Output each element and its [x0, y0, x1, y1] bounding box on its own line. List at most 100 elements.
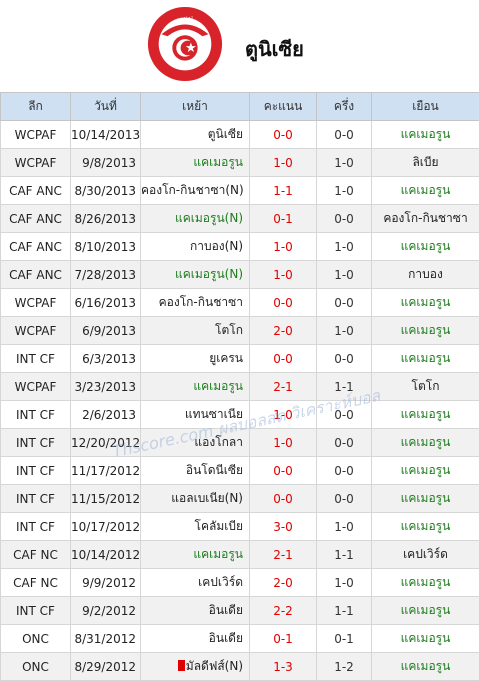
score-cell-text[interactable]: 1-0 [273, 240, 293, 254]
score-cell-text[interactable]: 0-0 [273, 128, 293, 142]
away-team-cell-text[interactable]: ลิเบีย [412, 155, 438, 169]
score-cell-text[interactable]: 0-0 [273, 296, 293, 310]
home-team-cell-text[interactable]: แคเมอรูน(N) [175, 267, 243, 281]
score-cell-text[interactable]: 1-1 [273, 184, 293, 198]
away-team-cell-text[interactable]: เคปเวิร์ด [403, 547, 448, 561]
home-team-cell-text[interactable]: แองโกลา [194, 435, 243, 449]
home-team-cell-text[interactable]: อินเดีย [209, 603, 243, 617]
score-cell-text[interactable]: 2-1 [273, 380, 293, 394]
score-cell-text[interactable]: 1-0 [273, 408, 293, 422]
score-cell-text[interactable]: 1-0 [273, 156, 293, 170]
half-score-cell-text: 1-1 [334, 604, 354, 618]
home-team-cell-text[interactable]: โคลัมเบีย [195, 519, 244, 533]
away-team-cell-text[interactable]: แคเมอรูน [401, 603, 451, 617]
score-cell-text[interactable]: 2-0 [273, 576, 293, 590]
column-header-score[interactable]: คะแนน [250, 93, 317, 121]
table-row[interactable]: CAF ANC8/10/2013กาบอง(N)1-01-0แคเมอรูน [1, 233, 479, 261]
half-score-cell-text: 1-1 [334, 380, 354, 394]
table-row[interactable]: WCPAF10/14/2013ตูนิเซีย0-00-0แคเมอรูน [1, 121, 479, 149]
home-team-cell-text[interactable]: แอลเบเนีย(N) [171, 491, 243, 505]
half-score-cell-text: 0-0 [334, 296, 354, 310]
table-row[interactable]: WCPAF9/8/2013แคเมอรูน1-01-0ลิเบีย [1, 149, 479, 177]
home-team-cell-text[interactable]: เคปเวิร์ด [198, 575, 243, 589]
table-row[interactable]: INT CF11/15/2012แอลเบเนีย(N)0-00-0แคเมอร… [1, 485, 479, 513]
home-team-cell-text[interactable]: คองโก-กินชาซา(N) [141, 183, 244, 197]
column-header-away[interactable]: เยือน [372, 93, 479, 121]
table-row[interactable]: INT CF2/6/2013แทนซาเนีย1-00-0แคเมอรูน [1, 401, 479, 429]
score-cell-text[interactable]: 2-0 [273, 324, 293, 338]
away-team-cell-text[interactable]: แคเมอรูน [401, 295, 451, 309]
away-team-cell-text[interactable]: แคเมอรูน [401, 491, 451, 505]
away-team-cell-text[interactable]: คองโก-กินชาซา [383, 211, 467, 225]
score-cell-text[interactable]: 3-0 [273, 520, 293, 534]
date-cell-text: 11/17/2012 [71, 464, 140, 478]
score-cell-text[interactable]: 0-1 [273, 212, 293, 226]
table-row[interactable]: CAF ANC7/28/2013แคเมอรูน(N)1-01-0กาบอง [1, 261, 479, 289]
home-team-cell: อินเดีย [141, 625, 250, 653]
home-team-cell-text[interactable]: กาบอง(N) [190, 239, 243, 253]
away-team-cell-text[interactable]: แคเมอรูน [401, 351, 451, 365]
date-cell: 2/6/2013 [71, 401, 141, 429]
away-team-cell-text[interactable]: แคเมอรูน [401, 519, 451, 533]
score-cell-text[interactable]: 0-1 [273, 632, 293, 646]
score-cell-text[interactable]: 1-0 [273, 436, 293, 450]
home-team-cell-text[interactable]: แคเมอรูน [193, 379, 243, 393]
away-team-cell-text[interactable]: แคเมอรูน [401, 183, 451, 197]
home-team-cell-text[interactable]: อินโดนีเซีย [186, 463, 243, 477]
table-row[interactable]: INT CF10/17/2012โคลัมเบีย3-01-0แคเมอรูน [1, 513, 479, 541]
table-row[interactable]: INT CF12/20/2012แองโกลา1-00-0แคเมอรูน [1, 429, 479, 457]
home-team-cell-text[interactable]: อินเดีย [209, 631, 243, 645]
home-team-cell-text[interactable]: แคเมอรูน(N) [175, 211, 243, 225]
team-title: ตูนิเซีย [245, 33, 304, 65]
date-cell: 9/8/2013 [71, 149, 141, 177]
home-team-cell-text[interactable]: แทนซาเนีย [185, 407, 243, 421]
score-cell-text[interactable]: 0-0 [273, 464, 293, 478]
table-row[interactable]: INT CF11/17/2012อินโดนีเซีย0-00-0แคเมอรู… [1, 457, 479, 485]
table-row[interactable]: WCPAF6/9/2013โตโก2-01-0แคเมอรูน [1, 317, 479, 345]
away-team-cell-text[interactable]: แคเมอรูน [401, 435, 451, 449]
score-cell-text[interactable]: 2-2 [273, 604, 293, 618]
away-team-cell-text[interactable]: แคเมอรูน [401, 407, 451, 421]
home-team-cell-text[interactable]: ยูเครน [209, 351, 243, 365]
away-team-cell-text[interactable]: แคเมอรูน [401, 323, 451, 337]
table-row[interactable]: CAF NC9/9/2012เคปเวิร์ด2-01-0แคเมอรูน [1, 569, 479, 597]
home-team-cell-text[interactable]: แคเมอรูน [193, 155, 243, 169]
table-row[interactable]: INT CF6/3/2013ยูเครน0-00-0แคเมอรูน [1, 345, 479, 373]
table-row[interactable]: WCPAF6/16/2013คองโก-กินชาซา0-00-0แคเมอรู… [1, 289, 479, 317]
half-score-cell-text: 1-2 [334, 660, 354, 674]
table-row[interactable]: ONC8/29/2012มัลดีฟส์(N)1-31-2แคเมอรูน [1, 653, 479, 681]
score-cell-text[interactable]: 0-0 [273, 492, 293, 506]
away-team-cell-text[interactable]: แคเมอรูน [401, 575, 451, 589]
away-team-cell-text[interactable]: แคเมอรูน [401, 463, 451, 477]
table-row[interactable]: WCPAF3/23/2013แคเมอรูน2-11-1โตโก [1, 373, 479, 401]
table-row[interactable]: ONC8/31/2012อินเดีย0-10-1แคเมอรูน [1, 625, 479, 653]
away-team-cell-text[interactable]: แคเมอรูน [401, 659, 451, 673]
table-row[interactable]: INT CF9/2/2012อินเดีย2-21-1แคเมอรูน [1, 597, 479, 625]
column-header-home[interactable]: เหย้า [141, 93, 250, 121]
home-team-cell-text[interactable]: คองโก-กินชาซา [159, 295, 243, 309]
home-team-cell-text[interactable]: โตโก [215, 323, 243, 337]
score-cell-text[interactable]: 2-1 [273, 548, 293, 562]
score-cell-text[interactable]: 1-3 [273, 660, 293, 674]
home-team-cell-text[interactable]: แคเมอรูน [193, 547, 243, 561]
away-team-cell-text[interactable]: โตโก [412, 379, 440, 393]
date-cell-text: 8/10/2013 [74, 240, 136, 254]
away-team-cell-text[interactable]: กาบอง [408, 267, 443, 281]
date-cell-text: 6/16/2013 [74, 296, 136, 310]
column-header-half[interactable]: ครึ่ง [317, 93, 372, 121]
score-cell-text[interactable]: 1-0 [273, 268, 293, 282]
table-row[interactable]: CAF ANC8/26/2013แคเมอรูน(N)0-10-0คองโก-ก… [1, 205, 479, 233]
column-header-date[interactable]: วันที่ [71, 93, 141, 121]
away-team-cell-text[interactable]: แคเมอรูน [401, 127, 451, 141]
score-cell: 2-1 [250, 541, 317, 569]
table-row[interactable]: CAF ANC8/30/2013คองโก-กินชาซา(N)1-11-0แค… [1, 177, 479, 205]
away-team-cell-text[interactable]: แคเมอรูน [401, 239, 451, 253]
matches-body: WCPAF10/14/2013ตูนิเซีย0-00-0แคเมอรูนWCP… [1, 121, 479, 681]
home-team-cell-text[interactable]: ตูนิเซีย [208, 127, 243, 141]
column-header-league[interactable]: ลีก [1, 93, 71, 121]
away-team-cell-text[interactable]: แคเมอรูน [401, 631, 451, 645]
half-score-cell: 0-0 [317, 121, 372, 149]
score-cell-text[interactable]: 0-0 [273, 352, 293, 366]
home-team-cell-text[interactable]: มัลดีฟส์(N) [186, 659, 243, 673]
table-row[interactable]: CAF NC10/14/2012แคเมอรูน2-11-1เคปเวิร์ด [1, 541, 479, 569]
